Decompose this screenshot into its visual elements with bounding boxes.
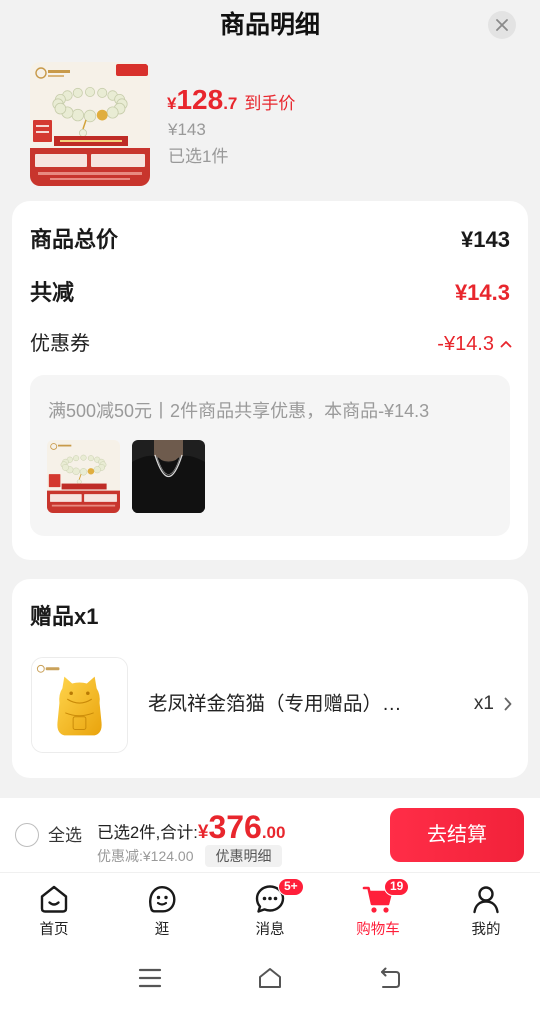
jade-bracelet-thumbnail	[47, 440, 120, 513]
home-icon	[40, 885, 68, 913]
saved-amount: 优惠减:¥124.00	[97, 848, 194, 864]
discount-value: ¥14.3	[454, 280, 510, 305]
coupon-detail-text: 满500减50元丨2件商品共享优惠，本商品-¥14.3	[48, 401, 430, 421]
gift-card: 赠品x1 老凤祥金箔猫（专用赠品）… x1	[12, 579, 528, 778]
profile-icon	[473, 886, 499, 914]
product-image	[30, 62, 150, 186]
home-outline-icon[interactable]	[258, 966, 282, 990]
tab-label: 购物车	[356, 922, 400, 938]
discount-label: 共减	[30, 280, 75, 305]
cart-total: 已选2件,合计: ¥ 376 .00	[97, 809, 285, 845]
tab-home[interactable]: 首页	[0, 873, 108, 946]
chevron-right-icon	[504, 697, 512, 711]
tab-cart[interactable]: 购物车 19	[324, 873, 432, 946]
tab-label: 首页	[39, 922, 69, 938]
price-summary-card: 商品总价 ¥143 共减 ¥14.3 优惠券 -¥14.3 满500减50元丨2…	[12, 201, 528, 560]
tab-profile[interactable]: 我的	[432, 873, 540, 946]
price-currency: ¥	[167, 94, 177, 113]
menu-icon[interactable]	[138, 966, 162, 990]
tab-label: 我的	[471, 922, 501, 938]
browse-icon	[149, 886, 176, 913]
original-price: ¥143	[168, 120, 206, 139]
gold-cat-picture	[32, 658, 127, 752]
silver-chain-thumbnail	[132, 440, 205, 513]
cart-count-badge: 19	[384, 878, 410, 896]
price-decimal: .7	[223, 94, 238, 113]
jade-bracelet-picture	[30, 62, 150, 186]
tab-browse[interactable]: 逛	[108, 873, 216, 946]
price-tag: 到手价	[244, 94, 296, 113]
gift-header: 赠品x1	[30, 604, 99, 629]
coupon-detail-box: 满500减50元丨2件商品共享优惠，本商品-¥14.3	[30, 375, 510, 536]
gift-name: 老凤祥金箔猫（专用赠品）…	[148, 693, 402, 715]
gift-item-row[interactable]: 老凤祥金箔猫（专用赠品）… x1	[12, 649, 528, 761]
chevron-up-icon	[500, 341, 512, 348]
close-button[interactable]	[488, 11, 516, 39]
gift-quantity-value: x1	[473, 693, 494, 714]
tab-messages[interactable]: 消息 5+	[216, 873, 324, 946]
total-price-label: 商品总价	[30, 227, 119, 252]
coupon-value: -¥14.3	[437, 332, 494, 355]
gift-image	[31, 657, 128, 753]
unread-badge: 5+	[278, 878, 304, 896]
select-all-checkbox[interactable]	[15, 823, 39, 847]
coupon-item-thumbnail	[47, 440, 120, 513]
select-all-label[interactable]: 全选	[48, 824, 82, 848]
total-integer: 376	[208, 809, 262, 845]
screen: 商品明细 ¥ 128 .7 到手价 ¥143 已选1件 商品总价 ¥143 共减…	[0, 0, 540, 1011]
coupon-toggle[interactable]: -¥14.3	[437, 330, 512, 358]
tab-bar: 首页 逛 消息 5+ 购物车 19 我的	[0, 872, 540, 945]
sheet-title: 商品明细	[219, 11, 320, 39]
coupon-label: 优惠券	[30, 333, 90, 355]
tab-label: 消息	[255, 922, 285, 938]
selected-count: 已选1件	[168, 147, 229, 166]
coupon-item-thumbnail	[132, 440, 205, 513]
back-icon[interactable]	[378, 966, 402, 990]
gift-quantity[interactable]: x1	[474, 690, 512, 718]
system-navigation-bar	[0, 945, 540, 1011]
close-icon	[496, 19, 508, 31]
price-integer: 128	[176, 84, 224, 115]
discount-detail-button[interactable]: 优惠明细	[205, 845, 282, 867]
tab-label: 逛	[154, 922, 170, 938]
checkout-button[interactable]: 去结算	[390, 808, 524, 862]
checkout-bar: 全选 已选2件,合计: ¥ 376 .00 优惠减:¥124.00 优惠明细 去…	[0, 798, 540, 872]
final-price: ¥ 128 .7 到手价	[167, 83, 295, 117]
total-price-value: ¥143	[461, 227, 510, 252]
